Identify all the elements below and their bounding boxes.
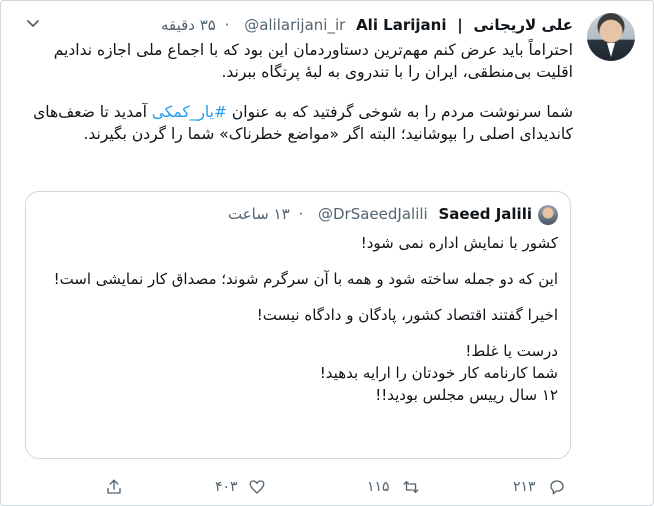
quote-line-6: ۱۲ سال رییس مجلس بودید!! — [375, 386, 558, 404]
retweet-icon — [403, 481, 418, 493]
tweet-header: علی لاریجانی | Ali Larijani @alilarijani… — [161, 15, 573, 35]
tweet-paragraph-1: احتراماً باید عرض کنم مهم‌ترین دستاوردما… — [53, 41, 573, 81]
name-separator: | — [457, 16, 463, 34]
author-name-fa[interactable]: علی لاریجانی — [474, 16, 573, 34]
reply-button[interactable]: ۲۱۳ — [513, 475, 566, 499]
share-button[interactable] — [105, 475, 123, 499]
tweet-card: علی لاریجانی | Ali Larijani @alilarijani… — [0, 0, 654, 506]
quote-line-2: این که دو جمله ساخته شود و همه با آن سرگ… — [53, 270, 558, 288]
quote-time: ۱۳ ساعت — [227, 205, 290, 223]
like-button[interactable]: ۴۰۳ — [215, 475, 266, 499]
chevron-down-icon[interactable] — [23, 15, 43, 35]
avatar[interactable] — [587, 13, 635, 61]
quote-line-1: کشور با نمایش اداره نمی شود! — [360, 234, 558, 252]
quote-author-name: Saeed Jalili — [438, 205, 532, 223]
retweet-count: ۱۱۵ — [367, 479, 390, 495]
hashtag-link[interactable]: #یار_کمکی — [152, 103, 227, 121]
quote-line-3: اخیرا گفتند اقتصاد کشور، پادگان و دادگاه… — [256, 306, 558, 324]
quote-dot: · — [298, 205, 304, 223]
reply-icon — [549, 480, 564, 495]
heart-icon — [249, 480, 264, 494]
quote-author-handle: @DrSaeedJalili — [318, 205, 428, 223]
paragraph-2-before: شما سرنوشت مردم را به شوخی گرفتید که به … — [226, 103, 573, 121]
quote-text: کشور با نمایش اداره نمی شود! این که دو ج… — [38, 232, 558, 406]
tweet-text: احتراماً باید عرض کنم مهم‌ترین دستاوردما… — [13, 39, 573, 163]
quote-header: Saeed Jalili @DrSaeedJalili · ۱۳ ساعت — [228, 204, 558, 225]
action-bar: ۴۰۳ ۱۱۵ ۲۱۳ — [1, 475, 654, 499]
like-count: ۴۰۳ — [215, 479, 238, 495]
share-icon — [107, 479, 121, 494]
quote-line-5: شما کارنامه کار خودتان را ارایه بدهید! — [319, 364, 558, 382]
header-dot: · — [224, 16, 230, 34]
tweet-time[interactable]: ۳۵ دقیقه — [161, 16, 216, 34]
author-handle[interactable]: @alilarijani_ir — [238, 16, 351, 34]
author-name-en[interactable]: Ali Larijani — [356, 16, 446, 34]
quoted-tweet[interactable]: Saeed Jalili @DrSaeedJalili · ۱۳ ساعت کش… — [25, 191, 571, 459]
quote-avatar — [538, 204, 558, 225]
tweet-paragraph-2: شما سرنوشت مردم را به شوخی گرفتید که به … — [13, 101, 573, 145]
quote-line-4: درست یا غلط! — [465, 342, 558, 360]
retweet-button[interactable]: ۱۱۵ — [367, 475, 420, 499]
reply-count: ۲۱۳ — [513, 479, 536, 495]
